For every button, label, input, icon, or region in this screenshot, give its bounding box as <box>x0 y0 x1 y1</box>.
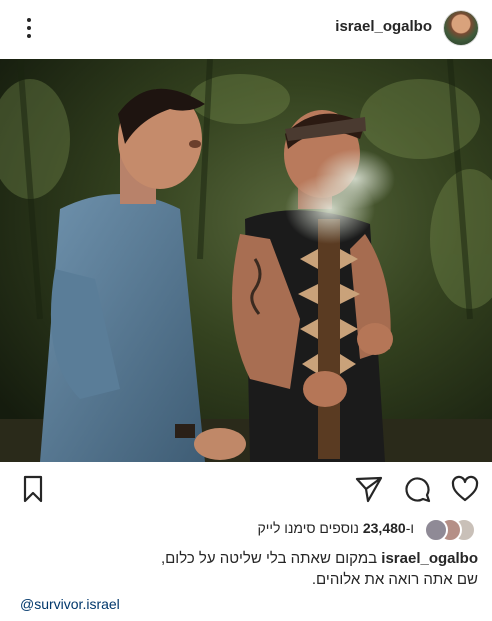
likes-number: 23,480 <box>362 520 406 536</box>
likes-suffix: נוספים סימנו לייק <box>257 520 363 536</box>
post-username[interactable]: israel_ogalbo <box>335 18 432 35</box>
post-caption: israel_ogalbo במקום שאתה בלי שליטה על כל… <box>14 548 478 590</box>
share-icon[interactable] <box>354 474 384 504</box>
user-avatar[interactable] <box>444 11 478 45</box>
heart-icon[interactable] <box>450 474 480 504</box>
caption-line-1: במקום שאתה בלי שליטה על כלום, <box>160 550 382 567</box>
post-header: israel_ogalbo <box>0 0 492 58</box>
mention-link[interactable]: @survivor.israel <box>20 596 120 612</box>
likes-row: ו-23,480 נוספים סימנו לייק <box>0 516 492 542</box>
comment-icon[interactable] <box>402 474 432 504</box>
bookmark-icon[interactable] <box>18 474 48 504</box>
more-options-icon[interactable] <box>22 14 36 44</box>
caption-line-2: שם אתה רואה את אלוהים. <box>311 571 478 588</box>
caption-username[interactable]: israel_ogalbo <box>381 550 478 567</box>
post-photo[interactable] <box>0 59 492 462</box>
likes-prefix: ו- <box>405 520 414 536</box>
likes-count[interactable]: ו-23,480 נוספים סימנו לייק <box>257 520 414 536</box>
liker-avatars[interactable] <box>422 518 476 542</box>
post-actions <box>0 470 492 510</box>
